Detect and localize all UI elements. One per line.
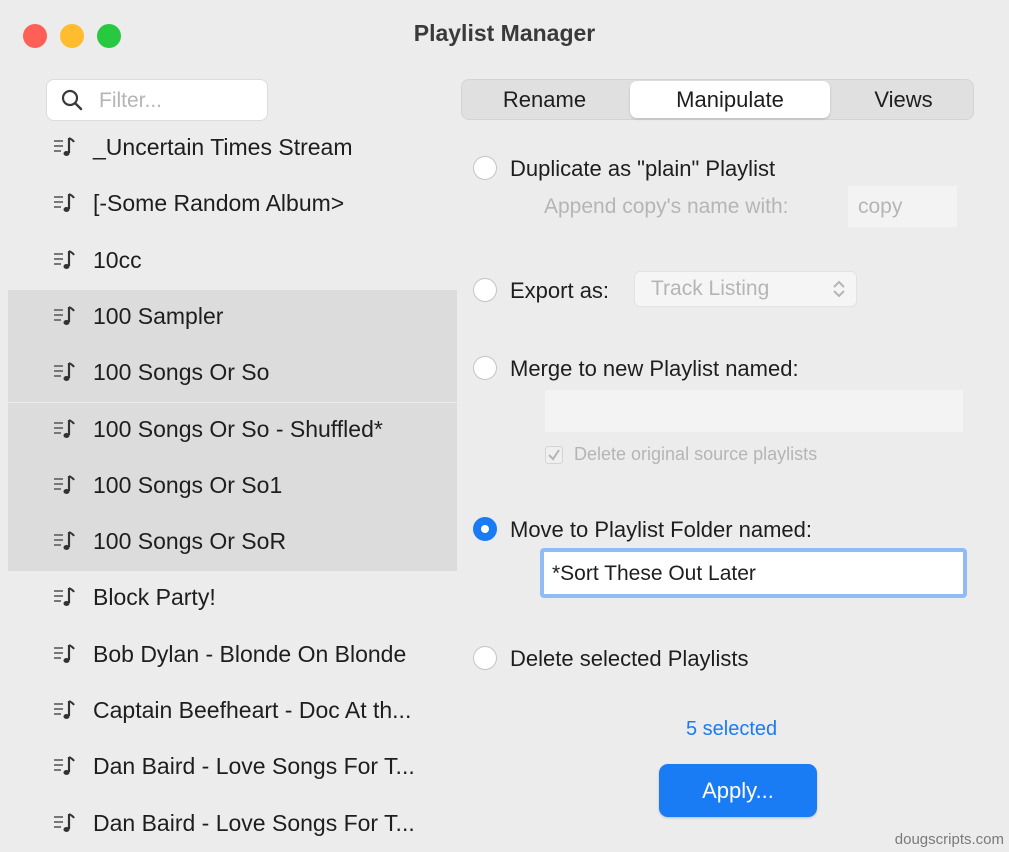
append-label: Append copy's name with: — [544, 195, 789, 218]
list-item-label: 100 Songs Or So — [93, 359, 270, 386]
folder-name-input[interactable] — [550, 556, 959, 592]
tab-rename[interactable]: Rename — [462, 80, 627, 119]
window-title: Playlist Manager — [413, 20, 596, 46]
list-item-label: Captain Beefheart - Doc At th... — [93, 697, 412, 723]
playlist-icon — [54, 418, 75, 438]
list-item-label: 100 Songs Or SoR — [93, 528, 287, 555]
list-item[interactable]: 10cc — [8, 234, 457, 290]
tab-bar: Rename Manipulate Views — [461, 79, 974, 120]
list-item[interactable]: 100 Songs Or So1 — [8, 458, 457, 516]
playlist-icon — [54, 700, 75, 719]
playlist-icon — [54, 587, 75, 607]
list-item[interactable]: Block Party! — [8, 571, 457, 627]
list-item-label: Bob Dylan - Blonde On Blonde — [93, 640, 407, 667]
export-format-popup[interactable]: Track Listing — [634, 271, 857, 307]
checkmark-icon — [548, 449, 560, 461]
list-item-label: 100 Songs Or So - Shuffled* — [93, 415, 383, 442]
delete-radio[interactable] — [473, 646, 497, 670]
playlist-icon — [54, 474, 75, 494]
playlist-icon — [54, 756, 75, 776]
playlist-icon — [54, 137, 75, 156]
chevron-updown-icon — [833, 280, 845, 298]
tab-manipulate[interactable]: Manipulate — [630, 81, 830, 118]
list-item-label: Dan Baird - Love Songs For T... — [93, 809, 415, 836]
list-item[interactable]: 100 Sampler — [8, 289, 457, 347]
list-item[interactable]: 100 Songs Or So - Shuffled* — [8, 402, 457, 459]
playlist-icon — [54, 249, 75, 269]
list-item[interactable]: [-Some Random Album> — [8, 177, 457, 233]
export-format-value: Track Listing — [651, 277, 770, 300]
apply-button[interactable]: Apply... — [659, 764, 817, 817]
export-radio[interactable] — [473, 278, 497, 302]
window: Playlist Manager _Uncertain Times Stream… — [0, 0, 1009, 852]
footer-credit: dougscripts.com — [894, 831, 1004, 848]
playlist-icon — [54, 643, 75, 663]
merge-label: Merge to new Playlist named: — [510, 356, 799, 381]
list-item-label: 10cc — [93, 246, 142, 273]
filter-field[interactable] — [46, 79, 268, 121]
move-label: Move to Playlist Folder named: — [510, 517, 813, 542]
playlist-list[interactable]: _Uncertain Times Stream [-Some Random Al… — [8, 121, 457, 852]
append-field[interactable] — [848, 186, 957, 227]
tab-views[interactable]: Views — [834, 80, 973, 119]
export-label: Export as: — [510, 278, 610, 303]
list-item-label: 100 Sampler — [93, 302, 224, 329]
move-radio[interactable] — [473, 517, 497, 541]
duplicate-label: Duplicate as "plain" Playlist — [510, 156, 776, 181]
folder-name-field[interactable] — [540, 548, 967, 598]
search-icon — [61, 89, 83, 111]
list-item[interactable]: 100 Songs Or SoR — [8, 515, 457, 572]
list-item[interactable]: Captain Beefheart - Doc At th... — [8, 684, 457, 740]
list-item-label: [-Some Random Album> — [93, 190, 345, 217]
merge-radio[interactable] — [473, 356, 497, 380]
merge-name-field[interactable] — [545, 390, 963, 432]
delete-label: Delete selected Playlists — [510, 646, 749, 671]
playlist-icon — [54, 812, 75, 832]
duplicate-radio[interactable] — [473, 156, 497, 180]
delete-source-checkbox[interactable] — [545, 446, 563, 464]
list-item-label: _Uncertain Times Stream — [93, 134, 353, 160]
list-item[interactable]: Dan Baird - Love Songs For T... — [8, 740, 457, 796]
list-item-label: 100 Songs Or So1 — [93, 471, 283, 498]
list-item-label: Dan Baird - Love Songs For T... — [93, 753, 415, 780]
list-item[interactable]: 100 Songs Or So — [8, 346, 457, 403]
selected-count: 5 selected — [686, 718, 778, 740]
delete-source-label: Delete original source playlists — [574, 444, 818, 464]
list-item-label: Block Party! — [93, 584, 216, 611]
playlist-icon — [54, 362, 75, 382]
filter-input[interactable] — [97, 86, 261, 116]
playlist-icon — [54, 193, 75, 213]
list-item[interactable]: Bob Dylan - Blonde On Blonde — [8, 628, 457, 684]
playlist-icon — [54, 305, 75, 325]
list-item[interactable]: _Uncertain Times Stream — [8, 121, 457, 177]
playlist-icon — [54, 531, 75, 551]
list-item[interactable]: Dan Baird - Love Songs For T... — [8, 797, 457, 852]
titlebar: Playlist Manager — [0, 0, 1009, 70]
